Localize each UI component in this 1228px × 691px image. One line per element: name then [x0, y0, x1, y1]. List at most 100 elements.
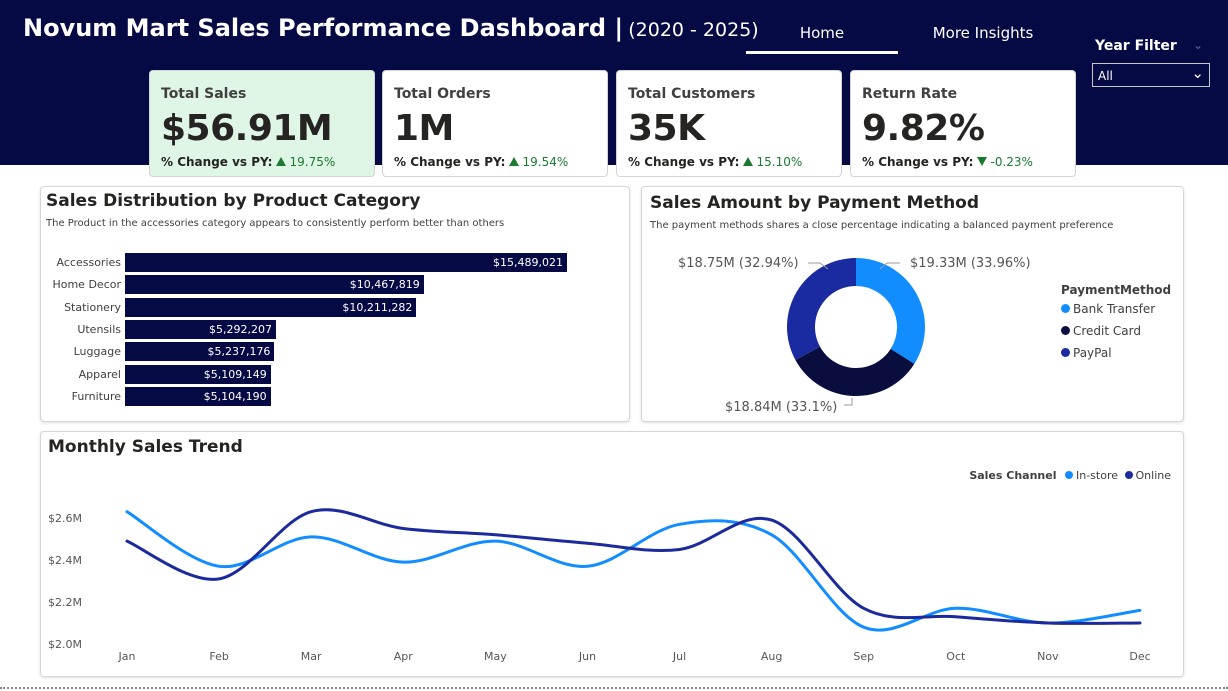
legend-dot-icon [1061, 304, 1070, 313]
bar-category-label: Home Decor [52, 278, 121, 292]
y-tick-label: $2.6M [48, 512, 82, 525]
kpi-value: 1M [394, 108, 454, 149]
kpi-change: % Change vs PY: 19.75% [161, 155, 335, 169]
bar-value-label: $5,104,190 [203, 389, 267, 403]
year-filter-value: All [1098, 69, 1113, 83]
bar-accessories[interactable]: $15,489,021 [125, 253, 567, 272]
legend-label: PayPal [1073, 346, 1112, 360]
year-filter-collapse-icon[interactable]: ⌄ [1193, 38, 1203, 52]
category-chart-subtitle: The Product in the accessories category … [46, 218, 505, 229]
kpi-card-total-customers: Total Customers 35K % Change vs PY: 15.10… [616, 70, 842, 177]
x-tick-label: Dec [1129, 650, 1150, 663]
trend-chart-panel: Monthly Sales Trend Sales Channel In-sto… [40, 431, 1184, 677]
kpi-change-label: % Change vs PY: [862, 155, 974, 169]
legend-item-credit-card[interactable]: Credit Card [1061, 324, 1171, 338]
legend-label: Bank Transfer [1073, 302, 1156, 316]
bar-apparel[interactable]: $5,109,149 [125, 364, 271, 384]
year-filter-select[interactable]: All ⌄ [1092, 63, 1210, 87]
category-chart-title: Sales Distribution by Product Category [46, 191, 421, 211]
bar-category-label: Apparel [78, 367, 121, 381]
series-line-online[interactable] [125, 508, 1142, 625]
category-chart-panel: Sales Distribution by Product Category T… [40, 186, 630, 422]
bar-category-label: Luggage [73, 345, 121, 359]
kpi-change-label: % Change vs PY: [161, 155, 273, 169]
bar-utensils[interactable]: $5,292,207 [125, 319, 277, 339]
arrow-up-icon [276, 157, 287, 166]
x-tick-label: Nov [1037, 650, 1059, 663]
y-tick-label: $2.0M [48, 638, 82, 651]
donut-slice-credit-card[interactable] [795, 346, 915, 396]
tab-home[interactable]: Home [746, 24, 898, 42]
kpi-change-value: -0.23% [990, 155, 1033, 169]
tab-more-insights[interactable]: More Insights [908, 24, 1058, 42]
legend-dot-icon [1061, 348, 1070, 357]
tab-home-underline [746, 51, 898, 54]
y-tick-label: $2.2M [48, 596, 82, 609]
kpi-card-total-sales: Total Sales $56.91M % Change vs PY: 19.75… [149, 70, 375, 177]
x-tick-label: Sep [853, 650, 874, 663]
kpi-change: % Change vs PY: -0.23% [862, 155, 1033, 169]
x-tick-label: Aug [761, 650, 782, 663]
x-tick-label: Apr [394, 650, 414, 663]
year-filter-label: Year Filter [1095, 38, 1177, 54]
bar-stationery[interactable]: $10,211,282 [125, 297, 417, 317]
bar-value-label: $5,237,176 [207, 345, 271, 359]
arrow-up-icon [509, 157, 520, 166]
monthly-line-chart: $2.0M $2.2M $2.4M $2.6M Jan Feb Mar Apr May Jun Ju… [48, 508, 1151, 663]
donut-slice-paypal[interactable] [787, 258, 856, 361]
bar-value-label: $5,109,149 [203, 367, 267, 381]
bar-furniture[interactable]: $5,104,190 [125, 386, 271, 406]
arrow-down-icon [977, 157, 988, 166]
donut-data-label: $18.75M (32.94%) [678, 256, 799, 271]
arrow-up-icon [743, 157, 754, 166]
kpi-change-label: % Change vs PY: [394, 155, 506, 169]
donut-data-label: $19.33M (33.96%) [910, 256, 1031, 271]
kpi-value: 35K [628, 108, 705, 149]
x-tick-label: Mar [301, 650, 322, 663]
legend-item-paypal[interactable]: PayPal [1061, 346, 1171, 360]
kpi-change: % Change vs PY: 15.10% [628, 155, 802, 169]
x-tick-label: Jun [578, 650, 596, 663]
x-tick-label: May [484, 650, 507, 663]
dashboard-subtitle: (2020 - 2025) [628, 19, 759, 41]
bar-category-label: Furniture [71, 389, 121, 403]
kpi-card-return-rate: Return Rate 9.82% % Change vs PY: -0.23% [850, 70, 1076, 177]
page-bottom-divider [0, 687, 1228, 689]
kpi-change-value: 19.54% [522, 155, 569, 169]
donut-slice-bank-transfer[interactable] [856, 258, 925, 364]
kpi-change: % Change vs PY: 19.54% [394, 155, 568, 169]
bar-luggage[interactable]: $5,237,176 [125, 342, 275, 362]
donut-leader-line [844, 398, 853, 406]
x-tick-label: Jul [672, 650, 686, 663]
bar-category-label: Accessories [56, 256, 121, 269]
kpi-card-total-orders: Total Orders 1M % Change vs PY: 19.54% [382, 70, 608, 177]
kpi-change-value: 15.10% [756, 155, 803, 169]
kpi-title: Return Rate [862, 86, 958, 102]
x-tick-label: Jan [118, 650, 136, 663]
payment-chart-panel: Sales Amount by Payment Method The payme… [641, 186, 1184, 422]
y-tick-label: $2.4M [48, 554, 82, 567]
payment-legend-title: PaymentMethod [1061, 283, 1172, 297]
bar-category-label: Stationery [64, 300, 121, 314]
series-line-in-store[interactable] [125, 510, 1142, 632]
bar-home-decor[interactable]: $10,467,819 [125, 275, 424, 295]
payment-legend: PaymentMethod Bank Transfer Credit Card … [1061, 283, 1171, 360]
bar-category-label: Utensils [77, 322, 121, 336]
kpi-change-value: 19.75% [289, 155, 336, 169]
legend-item-bank-transfer[interactable]: Bank Transfer [1061, 302, 1171, 316]
kpi-title: Total Orders [394, 86, 491, 102]
bar-value-label: $5,292,207 [209, 322, 273, 336]
legend-label: Credit Card [1073, 324, 1141, 338]
page-title: Novum Mart Sales Performance Dashboard |… [23, 14, 759, 42]
legend-dot-icon [1061, 326, 1070, 335]
dashboard-title: Novum Mart Sales Performance Dashboard | [23, 14, 624, 42]
kpi-title: Total Customers [628, 86, 756, 102]
bar-value-label: $10,211,282 [342, 300, 413, 314]
bar-value-label: $10,467,819 [349, 278, 420, 292]
chevron-down-icon: ⌄ [1191, 64, 1204, 82]
kpi-value: 9.82% [862, 108, 985, 149]
bar-value-label: $15,489,021 [493, 256, 563, 269]
kpi-change-label: % Change vs PY: [628, 155, 740, 169]
donut-data-label: $18.84M (33.1%) [725, 400, 837, 415]
kpi-value: $56.91M [161, 108, 333, 149]
